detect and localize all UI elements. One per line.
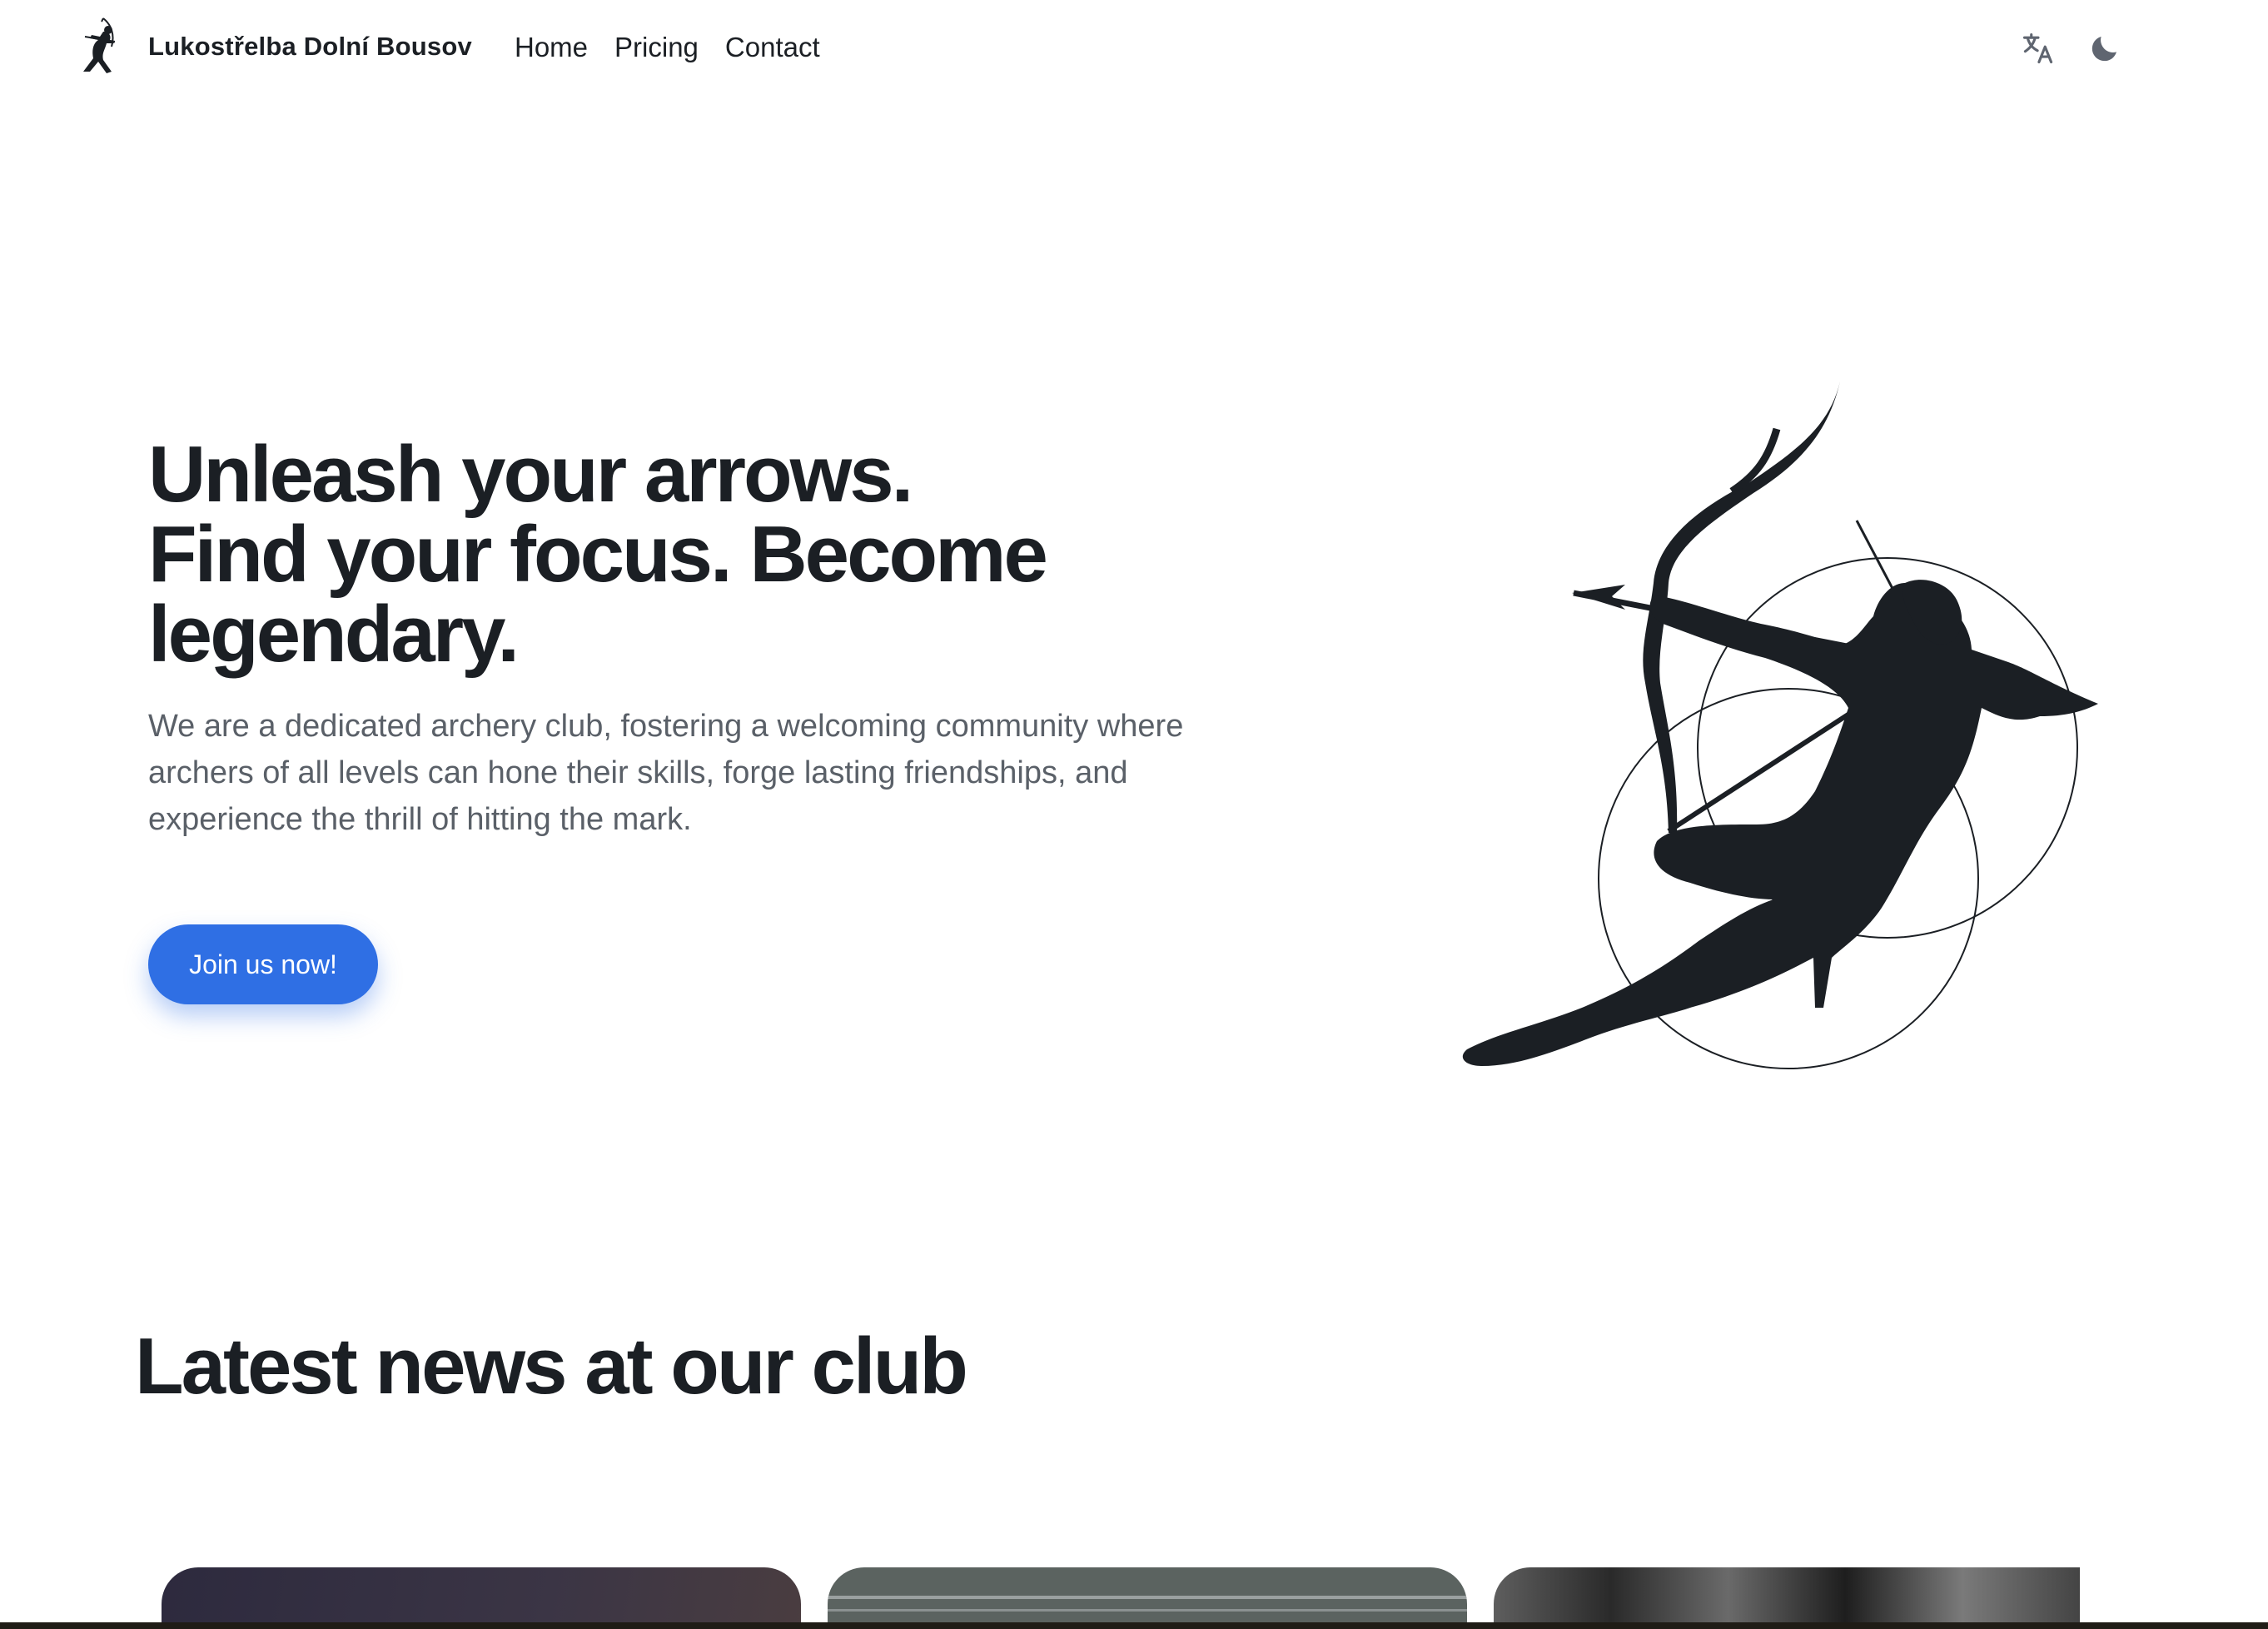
brand-link[interactable]: Lukostřelba Dolní Bousov: [78, 13, 472, 80]
nav-links: Home Pricing Contact: [515, 25, 847, 70]
news-title: Latest news at our club: [135, 1322, 968, 1411]
brand-name: Lukostřelba Dolní Bousov: [148, 32, 472, 61]
language-button[interactable]: [2017, 27, 2060, 70]
hero-title-line-3: legendary.: [148, 590, 520, 679]
join-button[interactable]: Join us now!: [148, 924, 378, 1004]
nav-link-home[interactable]: Home: [515, 25, 588, 70]
hero-description: We are a dedicated archery club, fosteri…: [148, 709, 1184, 837]
nav-link-pricing[interactable]: Pricing: [614, 25, 699, 70]
news-image-2: [828, 1596, 1467, 1599]
theme-toggle-button[interactable]: [2083, 27, 2126, 70]
nav-icons: [1993, 27, 2126, 70]
nav-link-contact[interactable]: Contact: [725, 25, 820, 70]
hero-title-line-1: Unleash your arrows.: [148, 430, 913, 519]
news-card[interactable]: [162, 1567, 801, 1629]
navbar: Lukostřelba Dolní Bousov Home Pricing Co…: [0, 0, 2268, 96]
moon-icon: [2091, 37, 2116, 62]
hero-title-line-2: Find your focus. Become: [148, 510, 1048, 599]
hero-title: Unleash your arrows. Find your focus. Be…: [148, 435, 1064, 675]
bottom-edge: [0, 1622, 2268, 1629]
news-card[interactable]: [828, 1567, 1467, 1629]
page: Lukostřelba Dolní Bousov Home Pricing Co…: [0, 0, 2268, 1629]
translate-icon: [2022, 32, 2053, 64]
news-card[interactable]: [1494, 1567, 2080, 1629]
archer-logo-icon: [83, 17, 116, 73]
archer-illustration-icon: [1462, 381, 2098, 1069]
